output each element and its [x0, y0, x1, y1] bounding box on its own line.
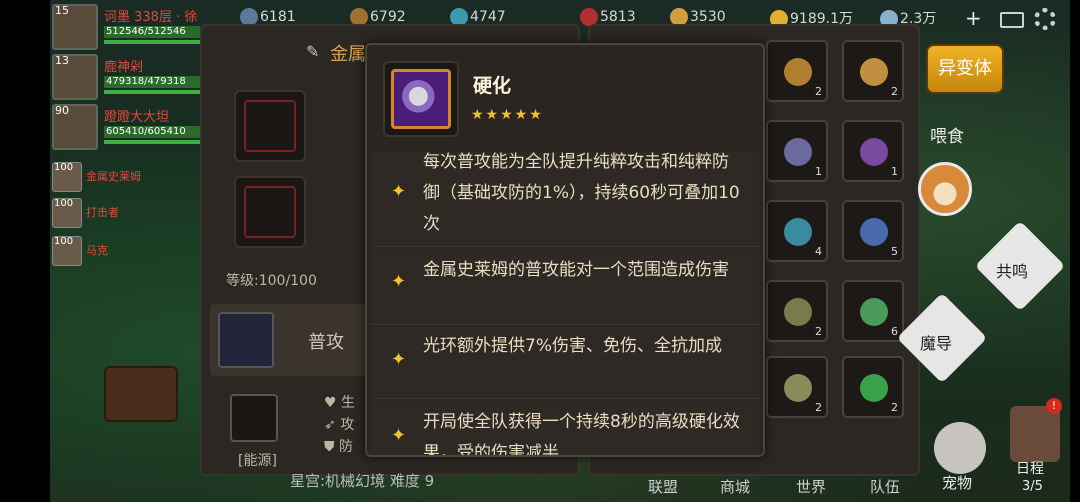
hp-bar [104, 90, 200, 94]
screen-bezel-right [1070, 0, 1080, 502]
stat-defense: ⛊ 防 [324, 439, 353, 455]
skill-effect-item: ✦ 每次普攻能为全队提升纯粹攻击和纯粹防御（基础攻防的1%），持续60秒可叠加1… [371, 151, 759, 247]
stat-attack: ➶ 攻 [324, 417, 355, 433]
hardening-skill-icon [391, 69, 451, 129]
shiba-pet-avatar[interactable] [918, 162, 972, 216]
gem-icon [860, 138, 888, 166]
inventory-slot[interactable]: 2 [842, 40, 904, 102]
hp-bar [104, 140, 200, 144]
equip-slot-gem[interactable] [234, 176, 306, 248]
ring-icon [784, 374, 812, 402]
tab-alliance[interactable]: 联盟 [648, 476, 678, 497]
notification-badge: ! [1046, 398, 1062, 414]
tab-world[interactable]: 世界 [796, 476, 826, 497]
sparkle-icon: ✦ [391, 181, 407, 202]
collar-icon [244, 100, 296, 152]
inventory-slot[interactable]: 5 [842, 200, 904, 262]
claw-icon [218, 312, 274, 368]
ring-icon [784, 218, 812, 246]
gem-icon [860, 298, 888, 326]
schedule-label: 日程 [1016, 461, 1044, 477]
skill-stars: ★★★★★ [471, 107, 544, 123]
mail-icon[interactable] [1000, 12, 1024, 28]
feed-button[interactable]: 喂食 [930, 122, 964, 147]
pet-member-2[interactable]: 100 打击者 [52, 198, 172, 228]
skill-effect-list: ✦ 每次普攻能为全队提升纯粹攻击和纯粹防御（基础攻防的1%），持续60秒可叠加1… [371, 151, 761, 455]
stat-hp: ♥ 生 [324, 395, 356, 411]
item-icon [784, 58, 812, 86]
treasure-chest-icon[interactable] [104, 366, 178, 422]
pet-member-3[interactable]: 100 马克 [52, 236, 172, 266]
stage-label: 星宫:机械幻境 难度 9 [290, 472, 435, 490]
edit-icon[interactable]: ✎ [306, 42, 319, 61]
potion-icon [860, 374, 888, 402]
pet-member-1[interactable]: 100 金属史莱姆 [52, 162, 172, 192]
tab-team[interactable]: 队伍 [870, 476, 900, 497]
skill-effect-item: ✦ 开局使全队获得一个持续8秒的高级硬化效果，受的伤害减半 [371, 401, 759, 455]
inventory-slot[interactable]: 2 [842, 356, 904, 418]
inventory-slot[interactable]: 1 [842, 120, 904, 182]
energy-battery-icon[interactable] [230, 394, 278, 442]
add-gem-button[interactable]: + [965, 6, 982, 30]
inventory-slot[interactable]: 2 [766, 356, 828, 418]
inventory-slot[interactable]: 2 [766, 40, 828, 102]
pet-label: 宠物 [942, 474, 973, 492]
skill-effect-item: ✦ 金属史莱姆的普攻能对一个范围造成伤害 [371, 249, 759, 325]
team-member-3[interactable]: 90 蹬蹬大大坦 605410/605410 [52, 104, 202, 150]
schedule-button[interactable] [1010, 406, 1060, 462]
skill-title: 硬化 [473, 75, 512, 97]
ring-icon [784, 138, 812, 166]
equip-slot-collar[interactable] [234, 90, 306, 162]
team-member-1[interactable]: 15 诃墨 338层 · 徐 512546/512546 [52, 4, 202, 50]
team-member-2[interactable]: 13 鹿神剁 479318/479318 [52, 54, 202, 100]
gem-icon [860, 218, 888, 246]
item-icon [860, 58, 888, 86]
skill-effect-item: ✦ 光环额外提供7%伤害、免伤、全抗加成 [371, 327, 759, 399]
skill-icon-frame [383, 61, 459, 137]
skill-tooltip: 硬化 ★★★★★ ✦ 每次普攻能为全队提升纯粹攻击和纯粹防御（基础攻防的1%），… [365, 43, 765, 457]
gem-icon [244, 186, 296, 238]
tab-shop[interactable]: 商城 [720, 476, 750, 497]
sparkle-icon: ✦ [391, 271, 407, 292]
schedule-count: 3/5 [1022, 479, 1043, 494]
inventory-slot[interactable]: 6 [842, 280, 904, 342]
stat-lines: ♥ 生 ➶ 攻 ⛊ 防 [324, 392, 355, 458]
inventory-slot[interactable]: 4 [766, 200, 828, 262]
sparkle-icon: ✦ [391, 349, 407, 370]
ring-icon [784, 298, 812, 326]
screen-bezel-left [0, 0, 50, 502]
sparkle-icon: ✦ [391, 425, 407, 446]
settings-gear-icon[interactable] [1034, 8, 1056, 30]
inventory-slot[interactable]: 2 [766, 280, 828, 342]
inventory-slot[interactable]: 1 [766, 120, 828, 182]
hp-bar [104, 40, 200, 44]
mutant-button[interactable]: 异变体 [926, 44, 1004, 94]
paw-icon[interactable] [934, 422, 986, 474]
